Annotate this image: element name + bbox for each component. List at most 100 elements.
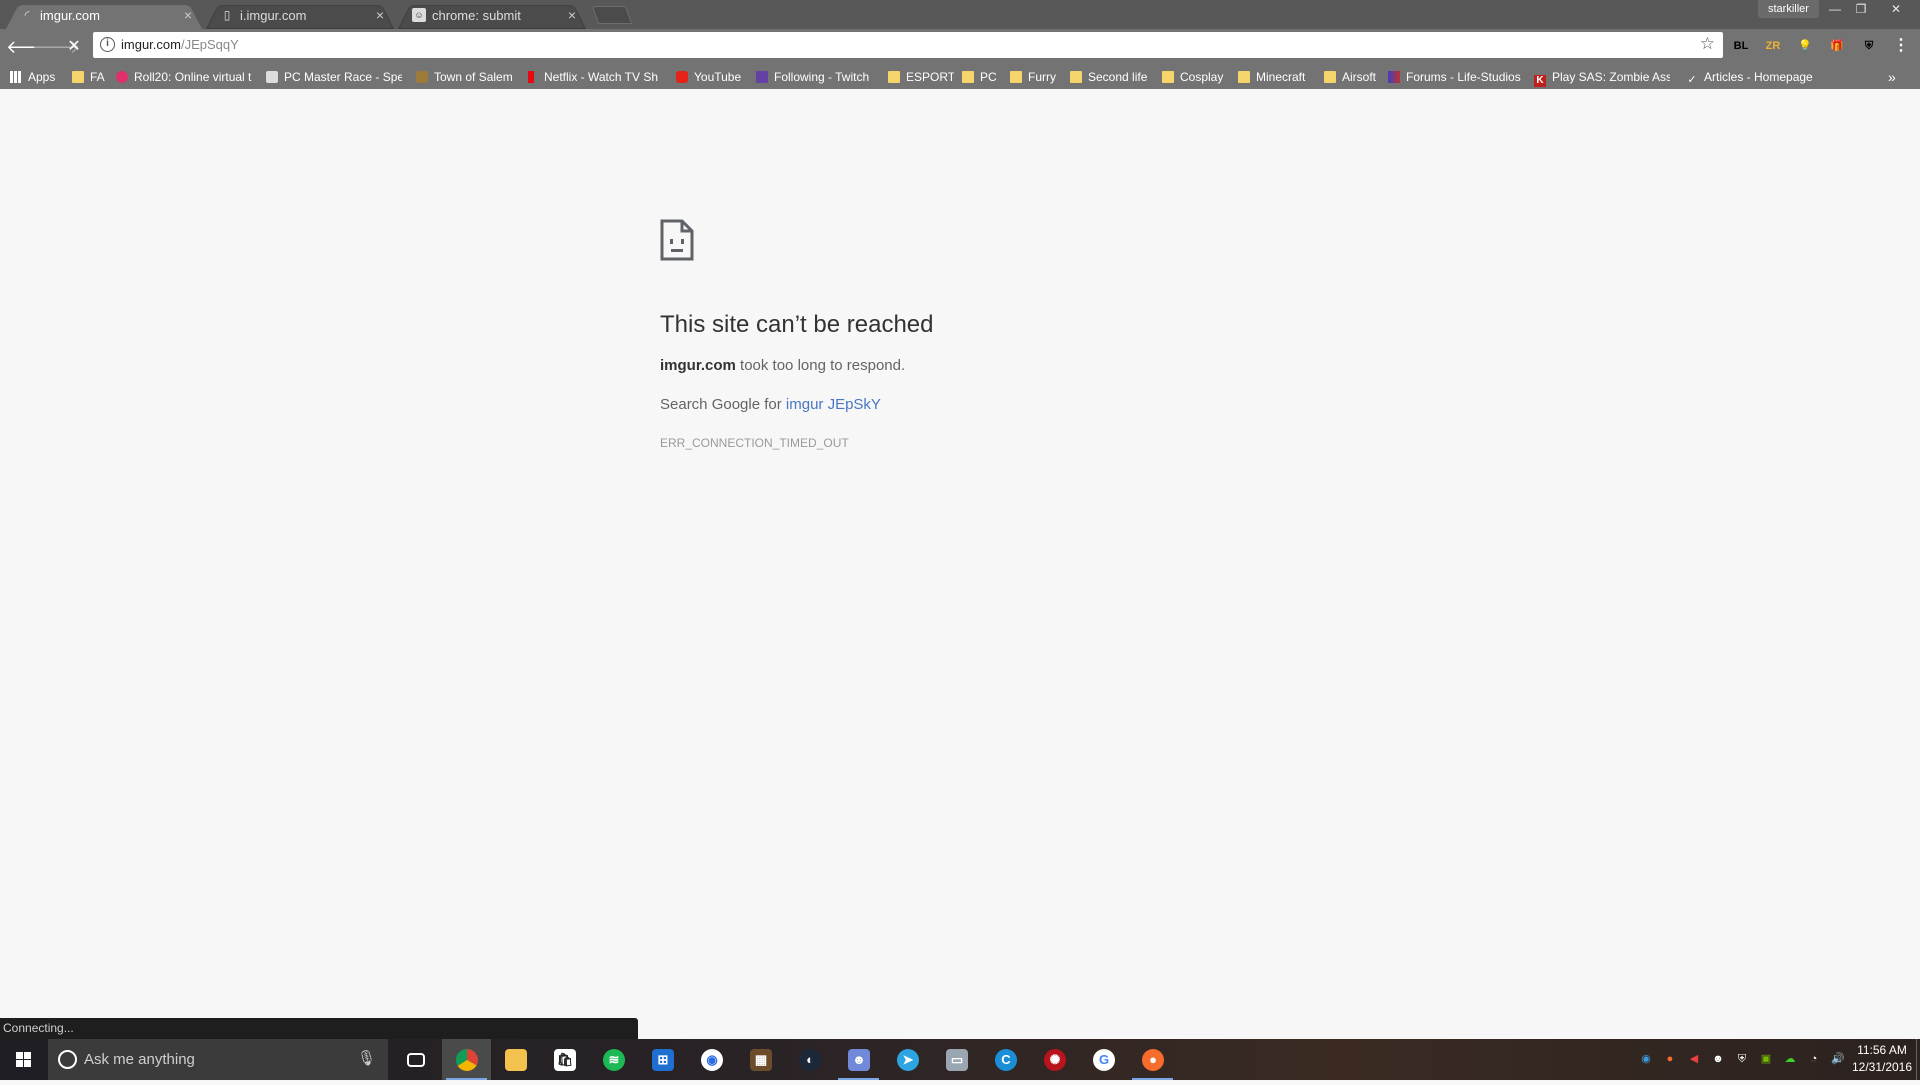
- apps-grid-icon: [10, 71, 22, 83]
- tab-i-imgur[interactable]: ▯ i.imgur.com ×: [206, 1, 394, 30]
- tray-nvidia-icon[interactable]: ▣: [1758, 1051, 1774, 1067]
- clock-date: 12/31/2016: [1851, 1060, 1913, 1074]
- taskbar-steam[interactable]: ◐: [785, 1039, 834, 1080]
- bookmark-town-of-salem[interactable]: Town of Salem: [416, 67, 516, 87]
- taskbar-spotify[interactable]: ≋: [589, 1039, 638, 1080]
- bookmark-folder-airsoft[interactable]: Airsoft: [1324, 67, 1384, 87]
- youtube-icon: [676, 71, 688, 83]
- tab-close-icon[interactable]: ×: [376, 7, 384, 23]
- bookmark-twitch[interactable]: Following - Twitch: [756, 67, 880, 87]
- cortana-icon: [58, 1050, 77, 1069]
- bookmark-netflix[interactable]: Netflix - Watch TV Sh: [528, 67, 664, 87]
- tray-shield-icon[interactable]: ⛨: [1734, 1051, 1750, 1067]
- taskbar-discord[interactable]: ☻: [834, 1039, 883, 1080]
- bookmarks-overflow-button[interactable]: »: [1888, 67, 1904, 87]
- start-button[interactable]: [0, 1039, 47, 1080]
- tray-volume-muted-icon[interactable]: ◀: [1686, 1051, 1702, 1067]
- minimize-button[interactable]: —: [1822, 0, 1848, 18]
- forward-button[interactable]: 🡒: [32, 35, 80, 59]
- bookmark-articles[interactable]: ✓ Articles - Homepage: [1686, 67, 1816, 87]
- bookmark-roll20[interactable]: Roll20: Online virtual t: [116, 67, 254, 87]
- taskbar-ccleaner[interactable]: C: [981, 1039, 1030, 1080]
- bookmark-star-icon[interactable]: ☆: [1700, 34, 1715, 54]
- close-window-button[interactable]: ✕: [1876, 0, 1916, 18]
- tab-close-icon[interactable]: ×: [568, 7, 576, 23]
- spotify-icon: ≋: [603, 1049, 625, 1071]
- microphone-icon[interactable]: 🎙: [357, 1049, 376, 1067]
- folder-icon: [1010, 71, 1022, 83]
- taskbar-origin[interactable]: ●: [1128, 1039, 1177, 1080]
- taskbar-file-explorer[interactable]: [491, 1039, 540, 1080]
- extension-gift-icon[interactable]: 🎁: [1828, 37, 1846, 55]
- profile-button[interactable]: starkiller: [1758, 0, 1819, 18]
- tray-discord-icon[interactable]: ☻: [1710, 1051, 1726, 1067]
- task-view-icon: [407, 1053, 425, 1067]
- folder-icon: [1324, 71, 1336, 83]
- tab-chrome-submit[interactable]: ☺ chrome: submit ×: [398, 1, 586, 30]
- taskbar-telegram[interactable]: ➤: [883, 1039, 932, 1080]
- bookmark-life-studios[interactable]: Forums - Life-Studios: [1388, 67, 1526, 87]
- bookmark-folder-cosplay[interactable]: Cosplay: [1162, 67, 1226, 87]
- error-code: ERR_CONNECTION_TIMED_OUT: [660, 436, 849, 450]
- roll20-icon: [116, 71, 128, 83]
- taskbar-minecraft[interactable]: ▦: [736, 1039, 785, 1080]
- tray-origin-icon[interactable]: ●: [1662, 1051, 1678, 1067]
- bookmark-apps[interactable]: Apps: [10, 67, 64, 87]
- app-circle-icon: ◉: [701, 1049, 723, 1071]
- tab-close-icon[interactable]: ×: [184, 7, 192, 23]
- minecraft-icon: ▦: [750, 1049, 772, 1071]
- bookmark-folder-furry[interactable]: Furry: [1010, 67, 1062, 87]
- tray-wifi-icon[interactable]: ◔: [1806, 1051, 1822, 1067]
- site-info-icon[interactable]: i: [100, 37, 115, 52]
- tab-imgur[interactable]: ◜ imgur.com ×: [6, 1, 202, 30]
- page-content: This site can’t be reached imgur.com too…: [0, 89, 1920, 1039]
- extension-zr-icon[interactable]: ZR: [1764, 37, 1782, 55]
- bookmark-folder-fa[interactable]: FA: [72, 67, 110, 87]
- error-title: This site can’t be reached: [660, 311, 934, 338]
- extension-bl-icon[interactable]: BL: [1732, 37, 1750, 55]
- bookmark-folder-minecraft[interactable]: Minecraft: [1238, 67, 1314, 87]
- google-icon: G: [1093, 1049, 1115, 1071]
- system-clock[interactable]: 11:56 AM 12/31/2016: [1848, 1042, 1916, 1076]
- search-google-link[interactable]: imgur JEpSkY: [786, 396, 881, 413]
- taskbar-store[interactable]: 🛍: [540, 1039, 589, 1080]
- address-bar[interactable]: i imgur.com/JEpSqqY ☆: [93, 32, 1723, 58]
- taskbar-red-app[interactable]: ✺: [1030, 1039, 1079, 1080]
- url-path: /JEpSqqY: [180, 37, 239, 52]
- bookmarks-bar: Apps FA Roll20: Online virtual t PC Mast…: [0, 64, 1920, 89]
- taskbar-network-app[interactable]: ▭: [932, 1039, 981, 1080]
- task-view-button[interactable]: [391, 1039, 440, 1080]
- chrome-menu-icon[interactable]: ⋮: [1892, 37, 1910, 55]
- taskbar-google[interactable]: G: [1079, 1039, 1128, 1080]
- error-message: imgur.com took too long to respond.: [660, 357, 906, 374]
- new-tab-button[interactable]: [591, 6, 633, 24]
- bookmark-pcmr[interactable]: PC Master Race - Spe: [266, 67, 402, 87]
- bookmark-folder-esport[interactable]: ESPORT: [888, 67, 954, 87]
- bookmark-folder-pc[interactable]: PC: [962, 67, 1002, 87]
- extension-shield-icon[interactable]: ⛨: [1860, 37, 1878, 55]
- taskbar-chrome[interactable]: [442, 1039, 491, 1080]
- refresh-c-icon: C: [995, 1049, 1017, 1071]
- stop-button[interactable]: ✕: [62, 35, 86, 59]
- bookmark-sas-zombie[interactable]: K Play SAS: Zombie Ass: [1534, 67, 1670, 87]
- bookmark-youtube[interactable]: YouTube: [676, 67, 762, 87]
- taskbar-defender[interactable]: ⊞: [638, 1039, 687, 1080]
- search-placeholder: Ask me anything: [84, 1051, 195, 1068]
- cortana-search-box[interactable]: Ask me anything 🎙: [48, 1039, 388, 1080]
- tray-speaker-icon[interactable]: 🔊: [1830, 1051, 1846, 1067]
- articles-icon: ✓: [1687, 74, 1697, 86]
- restore-button[interactable]: ❐: [1848, 0, 1874, 18]
- discord-icon: ☻: [848, 1049, 870, 1071]
- taskbar-app-blue-circle[interactable]: ◉: [687, 1039, 736, 1080]
- bookmark-folder-second-life[interactable]: Second life: [1070, 67, 1150, 87]
- tray-app-icon[interactable]: ◉: [1638, 1051, 1654, 1067]
- tab-title: chrome: submit: [432, 8, 521, 23]
- show-desktop-button[interactable]: [1916, 1039, 1920, 1080]
- clock-time: 11:56 AM: [1857, 1043, 1907, 1057]
- page-icon: ▯: [223, 8, 231, 22]
- tray-cloud-icon[interactable]: ☁: [1782, 1051, 1798, 1067]
- browser-toolbar: 🡐 🡒 ✕ i imgur.com/JEpSqqY ☆ BL ZR 💡 🎁 ⛨ …: [0, 29, 1920, 64]
- back-button[interactable]: 🡐: [6, 35, 54, 59]
- status-bubble: Connecting...: [0, 1018, 638, 1039]
- extension-bulb-icon[interactable]: 💡: [1796, 37, 1814, 55]
